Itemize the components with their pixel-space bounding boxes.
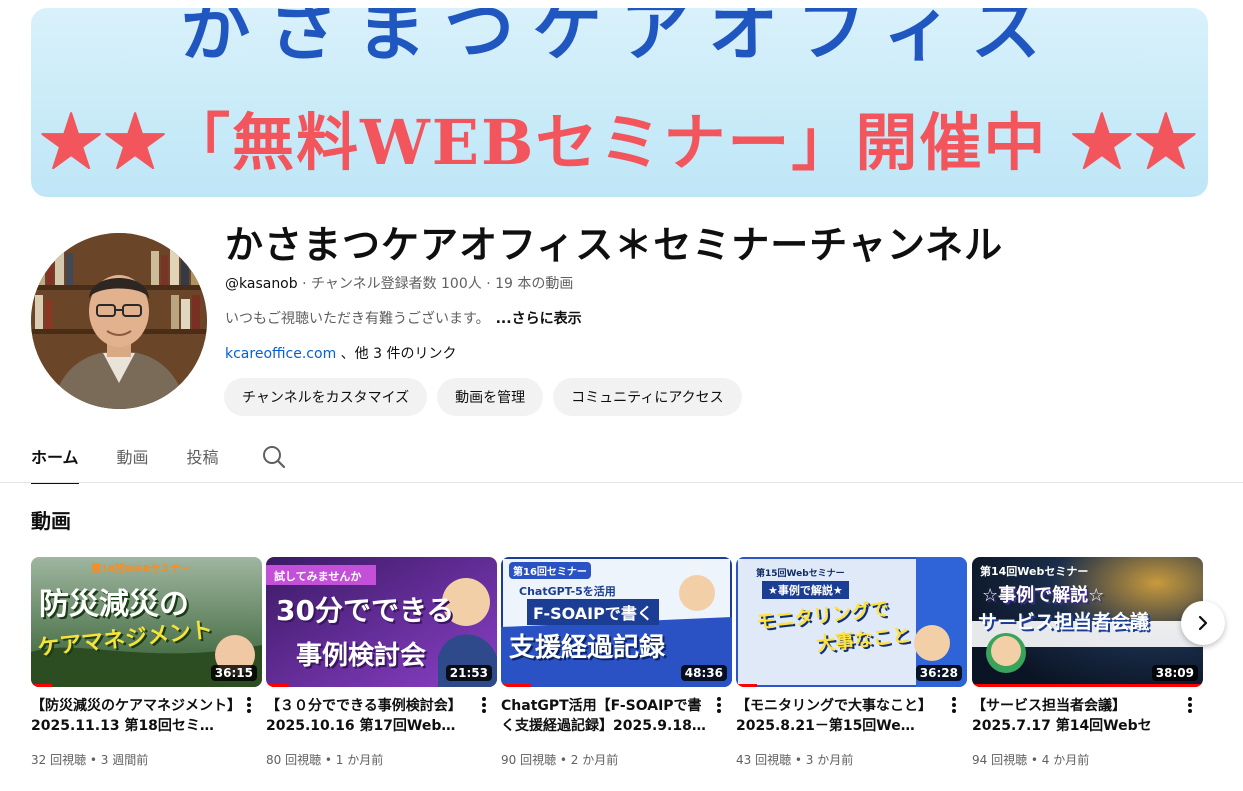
- tab-videos[interactable]: 動画: [117, 432, 149, 482]
- video-meta: 90 回視聴 • 2 か月前: [501, 753, 619, 767]
- manage-videos-button[interactable]: 動画を管理: [437, 378, 544, 416]
- channel-description[interactable]: いつもご視聴いただき有難うございます。 ...さらに表示: [225, 308, 582, 328]
- banner-main-text: ★★「無料WEBセミナー」開催中 ★★: [40, 106, 1199, 179]
- video-thumbnail[interactable]: 第18回WEBセミナー 防災減災の ケアマネジメント 36:15: [31, 557, 262, 687]
- tab-divider: [0, 482, 1243, 483]
- watch-progress: [266, 684, 290, 687]
- video-shelf: 第18回WEBセミナー 防災減災の ケアマネジメント 36:15 【防災減災のケ…: [31, 557, 1243, 791]
- more-options-icon[interactable]: [946, 695, 962, 715]
- video-duration: 21:53: [445, 665, 492, 681]
- channel-tabs: ホーム 動画 投稿: [31, 432, 287, 484]
- thumb-top-text: 第16回セミナー: [509, 562, 591, 579]
- thumb-sub-text: ★事例で解説★: [762, 581, 849, 599]
- video-count: 19 本の動画: [495, 276, 574, 292]
- channel-website-link[interactable]: kcareoffice.com: [225, 346, 336, 362]
- thumb-top-text: 第14回Webセミナー: [980, 565, 1089, 578]
- video-title[interactable]: 【防災減災のケアマネジメント】2025.11.13 第18回セミ…: [31, 696, 237, 736]
- video-thumbnail[interactable]: 第14回Webセミナー ☆事例で解説☆ サービス担当者会議 38:09: [972, 557, 1203, 687]
- thumb-top-text: 第18回WEBセミナー: [91, 564, 191, 575]
- section-title: 動画: [31, 509, 71, 533]
- channel-title: かさまつケアオフィス＊セミナーチャンネル: [225, 223, 1004, 267]
- thumb-sub-text: 事例検討会: [296, 641, 427, 671]
- thumb-main-text: サービス担当者会議: [978, 611, 1150, 633]
- tab-home[interactable]: ホーム: [31, 432, 79, 484]
- video-meta: 43 回視聴 • 3 か月前: [736, 753, 854, 767]
- video-duration: 48:36: [680, 665, 727, 681]
- video-title[interactable]: ChatGPT活用【F-SOAIPで書く支援経過記録】2025.9.18…: [501, 696, 707, 736]
- banner-top-text: かさまつケアオフィス: [180, 8, 1059, 71]
- video-card[interactable]: 第15回Webセミナー ★事例で解説★ モニタリングで 大事なこと 36:28 …: [736, 557, 967, 767]
- more-options-icon[interactable]: [241, 695, 257, 715]
- thumb-main-text: 30分でできる: [276, 594, 455, 627]
- chevron-right-icon: [1198, 615, 1208, 631]
- video-duration: 36:15: [210, 665, 257, 681]
- video-card[interactable]: 第18回WEBセミナー 防災減災の ケアマネジメント 36:15 【防災減災のケ…: [31, 557, 262, 767]
- watch-progress: [31, 684, 52, 687]
- video-card[interactable]: 試してみませんか 30分でできる 事例検討会 21:53 【３０分でできる事例検…: [266, 557, 497, 767]
- customize-channel-button[interactable]: チャンネルをカスタマイズ: [224, 378, 428, 416]
- channel-avatar[interactable]: [31, 233, 207, 409]
- thumb-sub-text: 支援経過記録: [509, 633, 666, 663]
- show-more-link[interactable]: ...さらに表示: [496, 311, 582, 327]
- video-card[interactable]: 第14回Webセミナー ☆事例で解説☆ サービス担当者会議 38:09 【サービ…: [972, 557, 1203, 767]
- video-card[interactable]: 第16回セミナー ChatGPT-5を活用 F-SOAIPで書く 支援経過記録 …: [501, 557, 732, 767]
- watch-progress: [501, 684, 532, 687]
- channel-links: kcareoffice.com 、他 3 件のリンク: [225, 343, 456, 363]
- meta-separator: ·: [297, 276, 311, 292]
- tab-posts[interactable]: 投稿: [187, 432, 219, 482]
- video-meta: 32 回視聴 • 3 週間前: [31, 753, 149, 767]
- video-title[interactable]: 【３０分でできる事例検討会】2025.10.16 第17回Web…: [266, 696, 472, 736]
- more-options-icon[interactable]: [711, 695, 727, 715]
- more-options-icon[interactable]: [1182, 695, 1198, 715]
- thumb-sub-text: ChatGPT-5を活用: [519, 585, 616, 598]
- more-links-text[interactable]: 、他 3 件のリンク: [341, 346, 457, 362]
- search-icon[interactable]: [261, 444, 287, 470]
- channel-meta: @kasanob · チャンネル登録者数 100人 · 19 本の動画: [225, 273, 573, 293]
- subscriber-count: チャンネル登録者数 100人: [311, 276, 482, 292]
- channel-action-buttons: チャンネルをカスタマイズ 動画を管理 コミュニティにアクセス: [224, 378, 742, 416]
- video-thumbnail[interactable]: 第16回セミナー ChatGPT-5を活用 F-SOAIPで書く 支援経過記録 …: [501, 557, 732, 687]
- video-duration: 36:28: [915, 665, 962, 681]
- video-meta: 80 回視聴 • 1 か月前: [266, 753, 384, 767]
- thumb-sub-text: ☆事例で解説☆: [982, 585, 1105, 606]
- video-thumbnail[interactable]: 試してみませんか 30分でできる 事例検討会 21:53: [266, 557, 497, 687]
- video-title[interactable]: 【モニタリングで大事なこと】2025.8.21－第15回We…: [736, 696, 942, 736]
- video-title[interactable]: 【サービス担当者会議】2025.7.17 第14回Webセミ…: [972, 696, 1178, 736]
- thumb-top-text: 第15回Webセミナー: [756, 569, 845, 579]
- thumb-top-text: 試してみませんか: [274, 570, 362, 583]
- community-button[interactable]: コミュニティにアクセス: [553, 378, 742, 416]
- description-text: いつもご視聴いただき有難うございます。: [225, 311, 490, 327]
- watch-progress: [972, 684, 1203, 687]
- watch-progress: [736, 684, 757, 687]
- meta-separator: ·: [481, 276, 496, 292]
- thumb-main-text: F-SOAIPで書く: [527, 599, 659, 625]
- video-duration: 38:09: [1151, 665, 1198, 681]
- channel-handle: @kasanob: [225, 276, 298, 292]
- shelf-next-button[interactable]: [1181, 601, 1225, 645]
- video-meta: 94 回視聴 • 4 か月前: [972, 753, 1090, 767]
- more-options-icon[interactable]: [476, 695, 492, 715]
- video-thumbnail[interactable]: 第15回Webセミナー ★事例で解説★ モニタリングで 大事なこと 36:28: [736, 557, 967, 687]
- channel-banner: かさまつケアオフィス ★★「無料WEBセミナー」開催中 ★★: [31, 8, 1208, 197]
